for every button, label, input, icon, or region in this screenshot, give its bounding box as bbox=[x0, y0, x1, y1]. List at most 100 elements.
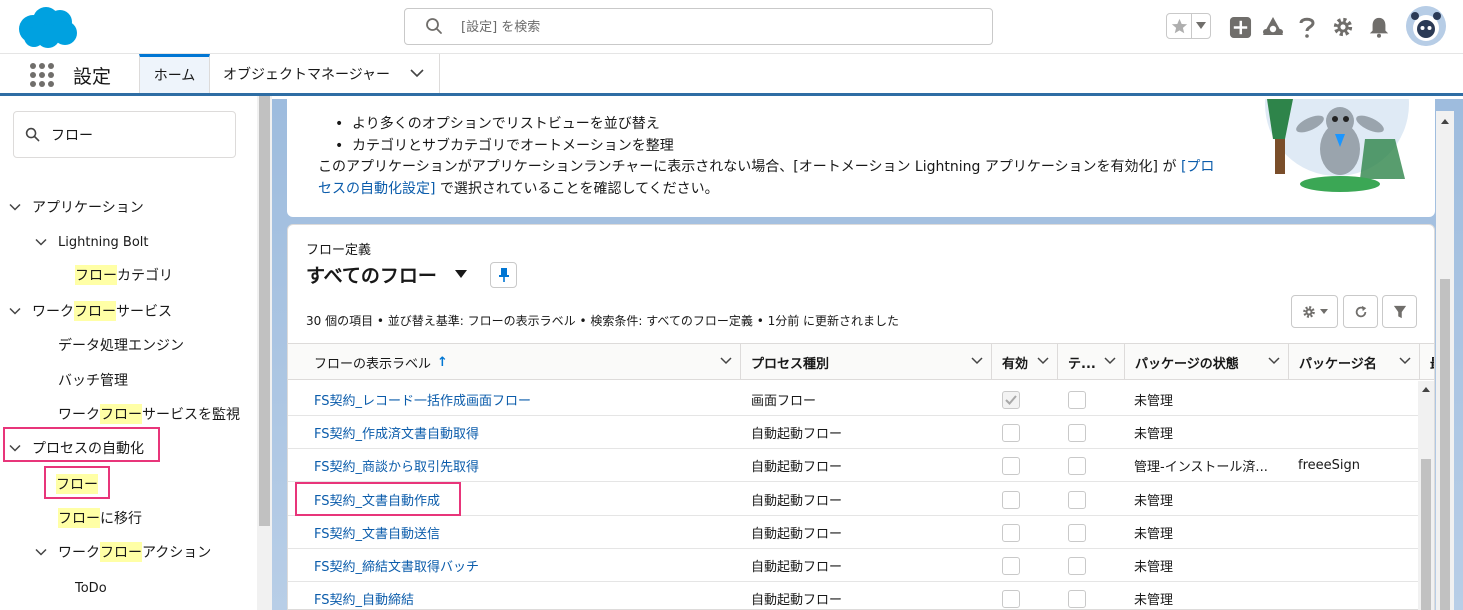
tree-item-applications[interactable]: アプリケーション bbox=[9, 193, 144, 221]
global-search[interactable] bbox=[404, 8, 993, 45]
main-scrollbar[interactable] bbox=[1436, 111, 1454, 610]
chevron-down-icon[interactable] bbox=[720, 356, 732, 366]
notifications-button[interactable] bbox=[1366, 14, 1392, 40]
global-actions-button[interactable] bbox=[1227, 14, 1253, 40]
chevron-down-icon[interactable] bbox=[9, 201, 21, 213]
quick-find-input[interactable] bbox=[51, 124, 221, 146]
chevron-down-icon[interactable] bbox=[971, 356, 983, 366]
search-icon bbox=[25, 127, 40, 142]
astro-mascot-illustration bbox=[1265, 99, 1409, 192]
chevron-down-icon[interactable] bbox=[35, 546, 47, 558]
refresh-button[interactable] bbox=[1343, 295, 1378, 328]
app-launcher-icon[interactable] bbox=[29, 62, 55, 88]
active-checkbox bbox=[1002, 423, 1020, 442]
bell-icon bbox=[1369, 17, 1389, 38]
tree-item-label: アクション bbox=[142, 545, 212, 561]
salesforce-cloud-logo[interactable] bbox=[16, 5, 80, 49]
flow-label-link[interactable]: FS契約_作成済文書自動取得 bbox=[314, 416, 734, 449]
test-checkbox bbox=[1068, 456, 1086, 475]
chevron-down-icon[interactable] bbox=[9, 442, 21, 454]
tree-item-workflow-services[interactable]: ワーク フロー サービス bbox=[9, 297, 172, 325]
active-cell bbox=[1002, 483, 1052, 516]
user-avatar[interactable] bbox=[1406, 6, 1446, 46]
help-button[interactable] bbox=[1294, 14, 1320, 40]
list-view-controls-button[interactable] bbox=[1291, 295, 1338, 328]
chevron-down-icon[interactable] bbox=[1037, 356, 1049, 366]
flow-label-link[interactable]: FS契約_締結文書取得バッチ bbox=[314, 549, 734, 582]
list-view-title[interactable]: すべてのフロー bbox=[306, 261, 437, 288]
star-icon bbox=[1171, 18, 1187, 33]
active-checkbox bbox=[1002, 456, 1020, 475]
chevron-down-icon[interactable] bbox=[1104, 356, 1116, 366]
app-name: 設定 bbox=[73, 66, 112, 88]
trailhead-icon bbox=[1263, 17, 1283, 35]
tree-item-label: カテゴリ bbox=[117, 268, 173, 284]
search-highlight: フロー bbox=[100, 404, 142, 424]
chevron-down-icon[interactable] bbox=[1399, 356, 1411, 366]
column-header-package-status[interactable]: パッケージの状態 bbox=[1125, 344, 1289, 380]
flow-label-link[interactable]: FS契約_商談から取引先取得 bbox=[314, 449, 734, 482]
tree-item-label: ToDo bbox=[75, 580, 107, 596]
tree-item-label: サービスを監視 bbox=[142, 407, 240, 423]
astro-avatar-icon bbox=[1406, 6, 1446, 46]
table-row: FS契約_自動締結 自動起動フロー 未管理 bbox=[288, 582, 1418, 610]
test-cell bbox=[1068, 483, 1118, 516]
tree-item-workflow-monitor[interactable]: ワーク フロー サービスを監視 bbox=[58, 400, 240, 428]
tree-item-todo[interactable]: ToDo bbox=[75, 574, 107, 602]
table-scrollbar[interactable] bbox=[1418, 381, 1434, 610]
chevron-down-icon[interactable] bbox=[410, 68, 424, 78]
tree-item-lightning-bolt[interactable]: Lightning Bolt bbox=[35, 228, 149, 256]
process-type-cell: 自動起動フロー bbox=[751, 427, 843, 442]
filter-button[interactable] bbox=[1382, 295, 1417, 328]
column-header-active[interactable]: 有効 bbox=[992, 344, 1058, 380]
chevron-down-icon[interactable] bbox=[35, 236, 47, 248]
chevron-down-icon[interactable] bbox=[9, 305, 21, 317]
trailhead-button[interactable] bbox=[1260, 14, 1286, 40]
package-status-cell: 未管理 bbox=[1134, 494, 1174, 509]
pin-list-view-button[interactable] bbox=[490, 262, 517, 288]
column-header-last-modified[interactable]: 最 bbox=[1420, 344, 1434, 380]
flow-list-view: フロー定義 すべてのフロー 30 個の項目 • 並び替え基準: フローの表示ラベ… bbox=[287, 224, 1435, 610]
flow-label-link[interactable]: FS契約_文書自動送信 bbox=[314, 516, 734, 549]
tree-item-migrate-to-flow[interactable]: フロー に移行 bbox=[58, 504, 142, 532]
global-search-input[interactable] bbox=[461, 16, 961, 38]
automation-app-info-card: より多くのオプションでリストビューを並び替え カテゴリとサブカテゴリでオートメー… bbox=[287, 99, 1435, 217]
column-header-process-type[interactable]: プロセス種別 bbox=[741, 344, 992, 380]
chevron-down-icon[interactable] bbox=[1268, 356, 1280, 366]
setup-button[interactable] bbox=[1330, 14, 1356, 40]
scroll-up-arrow-icon[interactable] bbox=[1418, 384, 1434, 394]
tree-item-workflow-actions[interactable]: ワーク フロー アクション bbox=[35, 538, 211, 566]
column-header-flow-label[interactable]: フローの表示ラベル ↑ bbox=[288, 344, 741, 380]
column-header-label: 有効 bbox=[1002, 356, 1029, 372]
active-checkbox bbox=[1002, 490, 1020, 509]
search-highlight: フロー bbox=[58, 508, 100, 528]
tree-item-data-processing-engine[interactable]: データ処理エンジン bbox=[58, 331, 184, 359]
column-header-label: プロセス種別 bbox=[751, 356, 830, 372]
scrollbar-thumb[interactable] bbox=[1440, 279, 1450, 610]
tab-home[interactable]: ホーム bbox=[139, 54, 210, 93]
test-checkbox bbox=[1068, 523, 1086, 542]
flow-label-link[interactable]: FS契約_自動締結 bbox=[314, 582, 734, 610]
scroll-up-arrow-icon[interactable] bbox=[1436, 115, 1454, 127]
test-checkbox bbox=[1068, 490, 1086, 509]
sidebar-scrollbar[interactable] bbox=[257, 96, 272, 610]
search-highlight: フロー bbox=[56, 474, 98, 494]
quick-find-box[interactable] bbox=[13, 111, 236, 158]
tree-item-flow-category[interactable]: フロー カテゴリ bbox=[75, 261, 173, 289]
favorites-button[interactable] bbox=[1167, 14, 1193, 38]
package-status-cell: 管理-インストール済... bbox=[1134, 460, 1268, 475]
flow-label-link[interactable]: FS契約_レコード一括作成画面フロー bbox=[314, 383, 734, 416]
app-navigation-bar: 設定 ホーム オブジェクトマネージャー bbox=[0, 54, 1463, 96]
column-header-package-name[interactable]: パッケージ名 bbox=[1289, 344, 1420, 380]
scrollbar-thumb[interactable] bbox=[259, 96, 270, 526]
tree-item-batch-management[interactable]: バッチ管理 bbox=[58, 366, 128, 394]
tree-item-flows[interactable]: フロー bbox=[56, 470, 98, 498]
tab-object-manager[interactable]: オブジェクトマネージャー bbox=[210, 54, 440, 93]
scrollbar-thumb[interactable] bbox=[1421, 459, 1431, 610]
test-cell bbox=[1068, 516, 1118, 549]
package-name-cell bbox=[1298, 549, 1416, 582]
tree-item-process-automation[interactable]: プロセスの自動化 bbox=[9, 434, 144, 462]
caret-down-icon[interactable] bbox=[454, 269, 468, 279]
favorites-list-button[interactable] bbox=[1192, 14, 1210, 38]
column-header-test[interactable]: テ... bbox=[1058, 344, 1125, 380]
